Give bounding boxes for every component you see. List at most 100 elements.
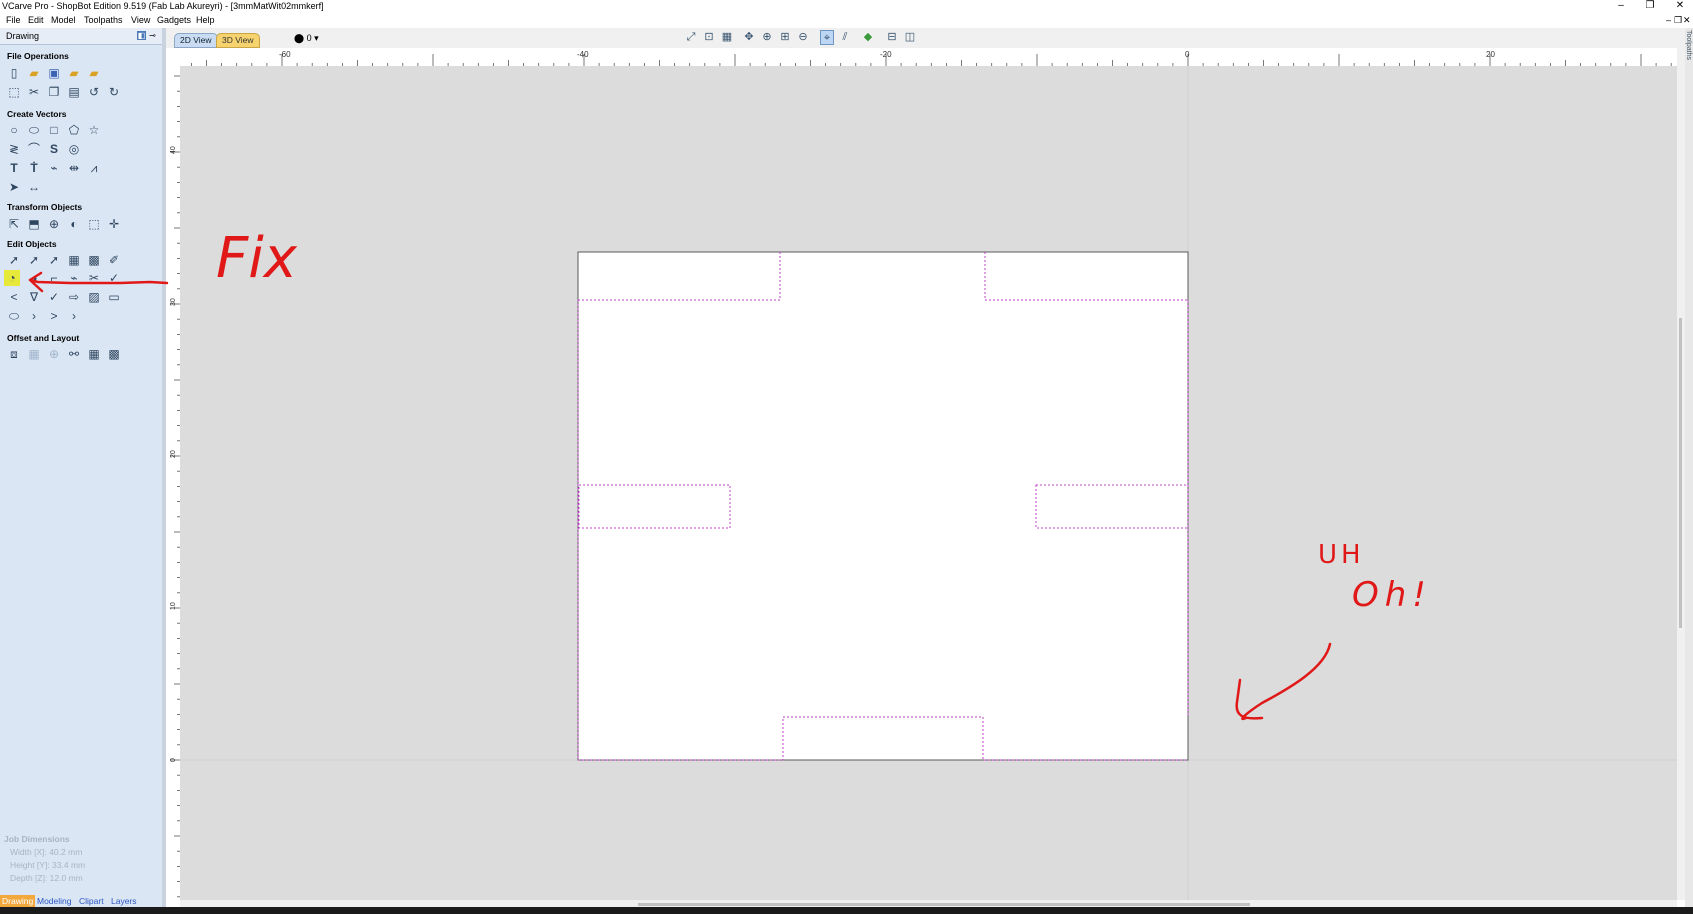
circle-icon[interactable]: ○	[6, 122, 22, 138]
zoom-extents-icon[interactable]: ⤢	[684, 30, 698, 45]
fillet-icon[interactable]: ⌐	[46, 270, 62, 286]
interactive-select-icon[interactable]: ➚	[46, 252, 62, 268]
tab-modeling[interactable]: Modeling	[35, 895, 74, 907]
tab-2d-view[interactable]: 2D View	[174, 33, 218, 48]
adjust-spacing-icon[interactable]: ⇹	[66, 160, 82, 176]
close-vector-icon[interactable]: ◑	[26, 270, 42, 286]
minimize-button[interactable]: –	[1614, 0, 1628, 12]
text-on-curve-icon[interactable]: ⌁	[46, 160, 62, 176]
undo-icon[interactable]: ↺	[86, 84, 102, 100]
array-copy-icon[interactable]: ▦	[26, 346, 42, 362]
open-file-icon[interactable]: ▰	[26, 65, 42, 81]
cut-icon[interactable]: ✂	[26, 84, 42, 100]
split-horizontal-icon[interactable]: ⊟	[885, 30, 899, 45]
scale-icon[interactable]: ⬒	[26, 216, 42, 232]
curve-icon[interactable]: S	[46, 141, 62, 157]
save-icon[interactable]: ▣	[46, 65, 62, 81]
mirror-icon[interactable]: ◐	[66, 216, 82, 232]
menu-file[interactable]: File	[6, 12, 21, 28]
node-edit-icon[interactable]: ➚	[26, 252, 42, 268]
scissors-icon[interactable]: ✂	[86, 270, 102, 286]
vertical-scrollbar[interactable]	[1677, 48, 1685, 900]
distort-icon[interactable]: ⬚	[86, 216, 102, 232]
menu-view[interactable]: View	[131, 12, 150, 28]
horizontal-scroll-thumb[interactable]	[638, 903, 1250, 906]
dimension-icon[interactable]: ➤	[6, 179, 22, 195]
new-file-icon[interactable]: ▯	[6, 65, 22, 81]
text-icon[interactable]: T	[6, 160, 22, 176]
extend-icon[interactable]: ⌁	[66, 270, 82, 286]
autolayout-text-icon[interactable]: Ṫ	[26, 160, 42, 176]
import-icon[interactable]: ▰	[86, 65, 102, 81]
center-icon[interactable]: ✛	[106, 216, 122, 232]
zoom-material-icon[interactable]: ⊡	[702, 30, 716, 45]
menu-gadgets[interactable]: Gadgets	[157, 12, 191, 28]
tab-clipart[interactable]: Clipart	[77, 895, 106, 907]
nest-icon[interactable]: ▨	[86, 289, 102, 305]
tbone-icon[interactable]: >	[46, 308, 62, 324]
redo-icon[interactable]: ↻	[106, 84, 122, 100]
polyline-icon[interactable]: ≷	[6, 141, 22, 157]
move-icon[interactable]: ⇱	[6, 216, 22, 232]
tab-layers[interactable]: Layers	[109, 895, 139, 907]
weld-icon[interactable]: <	[6, 289, 22, 305]
grid-toggle-icon[interactable]: ▦	[720, 30, 734, 45]
join-vectors-icon[interactable]: ◔	[4, 270, 20, 286]
pin-icon[interactable]: ⊸	[148, 31, 157, 40]
measure-icon[interactable]: ↔	[26, 179, 42, 195]
boundary-icon[interactable]: ⇨	[66, 289, 82, 305]
fit-curve-icon[interactable]: ▭	[106, 289, 122, 305]
grid-array-icon[interactable]: ▦	[86, 346, 102, 362]
intersect-icon[interactable]: ✓	[46, 289, 62, 305]
rectangle-icon[interactable]: □	[46, 122, 62, 138]
3d-preview-icon[interactable]: ◆	[861, 30, 875, 45]
ungroup-icon[interactable]: ▩	[86, 252, 102, 268]
paste-icon[interactable]: ▤	[66, 84, 82, 100]
menu-model[interactable]: Model	[51, 12, 76, 28]
copy-icon[interactable]: ❐	[46, 84, 62, 100]
ruler-corner[interactable]	[166, 48, 180, 66]
mdi-close-button[interactable]: ✕	[1683, 12, 1691, 28]
vertical-scroll-thumb[interactable]	[1679, 318, 1682, 628]
circular-array-icon[interactable]: ⊕	[46, 346, 62, 362]
dogbone-icon[interactable]: ›	[26, 308, 42, 324]
panel-autohide-icon[interactable]: ◧	[137, 31, 146, 40]
mdi-minimize-button[interactable]: –	[1666, 12, 1671, 28]
tab-drawing[interactable]: Drawing	[0, 895, 36, 907]
offset-shape-icon[interactable]: ⬭	[6, 308, 22, 324]
menu-edit[interactable]: Edit	[28, 12, 44, 28]
layer-selector[interactable]: ⬤ 0 ▾	[294, 33, 319, 44]
copy-along-icon[interactable]: ⚯	[66, 346, 82, 362]
menu-toolpaths[interactable]: Toolpaths	[84, 12, 123, 28]
tab-icon[interactable]: ›	[66, 308, 82, 324]
open-folder-icon[interactable]: ▰	[66, 65, 82, 81]
mdi-restore-button[interactable]: ❐	[1674, 12, 1682, 28]
star-icon[interactable]: ☆	[86, 122, 102, 138]
horizontal-scrollbar[interactable]	[180, 900, 1677, 907]
zoom-in-icon[interactable]: ⊕	[760, 30, 774, 45]
restore-button[interactable]: ❐	[1643, 0, 1657, 12]
tab-3d-view[interactable]: 3D View	[216, 33, 260, 48]
close-button[interactable]: ✕	[1673, 0, 1687, 12]
menu-help[interactable]: Help	[196, 12, 215, 28]
split-vertical-icon[interactable]: ◫	[903, 30, 917, 45]
align-icon[interactable]: ⊕	[46, 216, 62, 232]
offset-icon[interactable]: ⧈	[6, 346, 22, 362]
snap-toggle-icon[interactable]: ⌖	[820, 30, 834, 45]
text-arc-icon[interactable]: ⩘	[86, 160, 102, 176]
arc-icon[interactable]: ⌒	[26, 141, 42, 157]
guides-icon[interactable]: ⫽	[838, 30, 852, 45]
group-icon[interactable]: ▦	[66, 252, 82, 268]
zoom-out-icon[interactable]: ⊖	[796, 30, 810, 45]
select-icon[interactable]: ➚	[6, 252, 22, 268]
spiral-icon[interactable]: ◎	[66, 141, 82, 157]
toolpaths-side-tab[interactable]: Toolpaths	[1685, 28, 1693, 908]
nesting-icon[interactable]: ▩	[106, 346, 122, 362]
zoom-box-icon[interactable]: ⊞	[778, 30, 792, 45]
smooth-icon[interactable]: ✓	[106, 270, 122, 286]
select-all-icon[interactable]: ⬚	[6, 84, 22, 100]
polygon-icon[interactable]: ⬠	[66, 122, 82, 138]
ellipse-icon[interactable]: ⬭	[26, 122, 42, 138]
trim-icon[interactable]: ✐	[106, 252, 122, 268]
pan-icon[interactable]: ✥	[742, 30, 756, 45]
